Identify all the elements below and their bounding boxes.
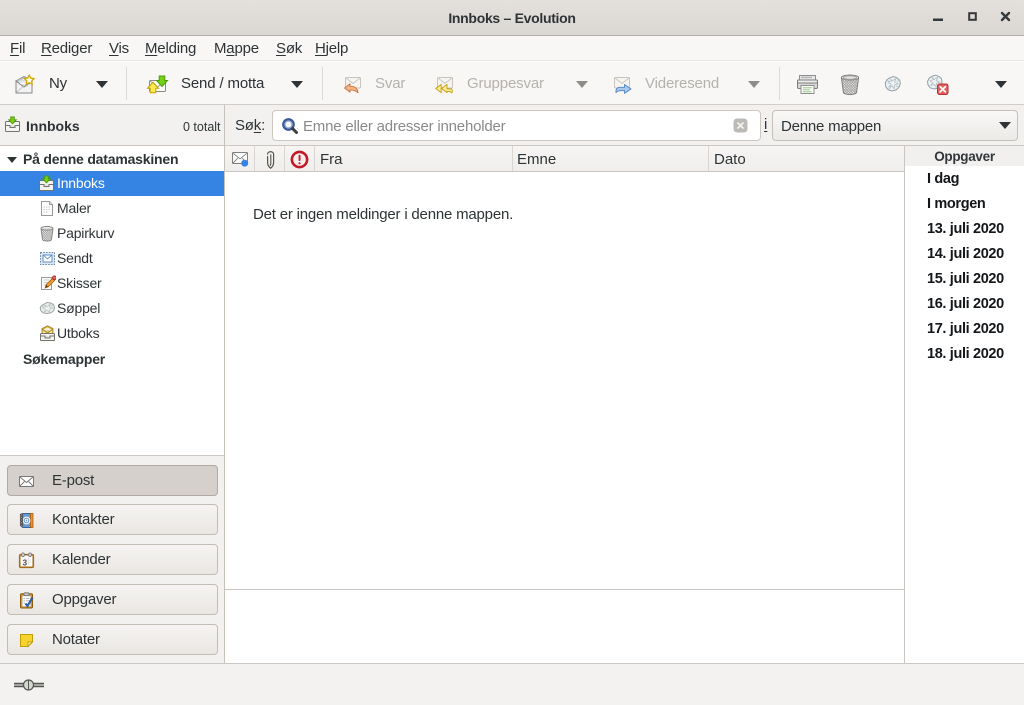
svg-text:3: 3 xyxy=(23,558,28,567)
